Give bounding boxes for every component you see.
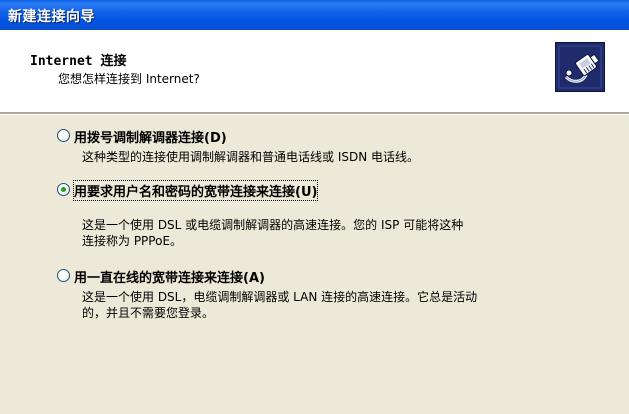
header-title: Internet 连接 bbox=[30, 54, 127, 69]
window-title: 新建连接向导 bbox=[8, 9, 95, 25]
radio-selected-dot bbox=[61, 187, 66, 192]
option-broadband-login-desc-line-2: 连接称为 PPPoE。 bbox=[82, 234, 183, 248]
option-always-on-desc-line-2: 的，并且不需要您登录。 bbox=[82, 306, 215, 320]
radio-broadband-login[interactable] bbox=[57, 183, 70, 196]
radio-always-on[interactable] bbox=[57, 269, 70, 282]
wizard-header: Internet 连接 您想怎样连接到 Internet? bbox=[0, 30, 629, 112]
option-dialup-label[interactable]: 用拨号调制解调器连接(D) bbox=[74, 127, 227, 146]
radio-dialup[interactable] bbox=[57, 129, 70, 142]
option-broadband-login-desc-line-1: 这是一个使用 DSL 或电缆调制解调器的高速连接。您的 ISP 可能将这种 bbox=[82, 218, 464, 232]
option-always-on-desc-line-1: 这是一个使用 DSL，电缆调制解调器或 LAN 连接的高速连接。它总是活动 bbox=[82, 290, 478, 304]
wizard-body: 用拨号调制解调器连接(D) 这种类型的连接使用调制解调器和普通电话线或 ISDN… bbox=[0, 115, 629, 414]
option-broadband-login-label[interactable]: 用要求用户名和密码的宽带连接来连接(U) bbox=[72, 180, 319, 201]
option-dialup-desc-line-1: 这种类型的连接使用调制解调器和普通电话线或 ISDN 电话线。 bbox=[82, 150, 420, 164]
header-subtitle: 您想怎样连接到 Internet? bbox=[58, 72, 200, 86]
option-always-on-label[interactable]: 用一直在线的宽带连接来连接(A) bbox=[74, 267, 265, 286]
network-cable-icon bbox=[555, 42, 605, 92]
title-bar[interactable]: 新建连接向导 bbox=[0, 0, 629, 30]
new-connection-wizard-window: 新建连接向导 Internet 连接 您想怎样连接到 Internet? 用拨号… bbox=[0, 0, 629, 414]
